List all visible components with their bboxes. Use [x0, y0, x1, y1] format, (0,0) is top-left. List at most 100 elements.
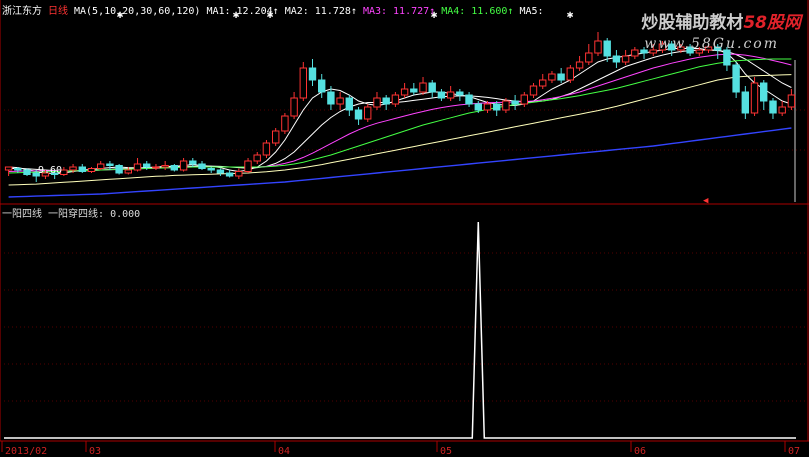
candle-body [345, 97, 354, 111]
indicator-name[interactable]: 一阳四线 [2, 209, 42, 220]
candle-body [299, 67, 308, 99]
candle-body [272, 130, 280, 144]
candle-body [539, 79, 547, 87]
ma-line-ma3 [8, 53, 792, 172]
candle-body [493, 103, 501, 111]
candle-body [78, 166, 86, 172]
ma5-value: MA5: [519, 6, 544, 17]
x-tick-label: 2013/02 [5, 446, 47, 457]
candle-body [133, 163, 142, 171]
candle-body [87, 168, 96, 172]
header-marker-4: ✱ [567, 8, 574, 21]
candle-body [400, 88, 409, 96]
candle-body [23, 169, 31, 175]
candle-body [741, 91, 749, 114]
ma-line-ma6 [8, 127, 792, 198]
candle-body [391, 94, 400, 105]
candle-body [603, 40, 611, 57]
candle-body [115, 165, 123, 174]
period-label[interactable]: 日线 [48, 6, 68, 17]
candle-body [410, 88, 418, 93]
candle-body [262, 142, 271, 156]
candle-body [612, 55, 621, 63]
candle-body [143, 163, 151, 168]
candle-body [529, 85, 538, 96]
candle-body [732, 64, 740, 93]
main-chart-header: 浙江东方 日线 MA(5,10,20,30,60,120) MA1: 12.204↑ M… [2, 2, 550, 17]
ma-line-ma1 [8, 48, 792, 175]
candle-body [585, 52, 593, 63]
candle-body [216, 169, 225, 174]
candle-body [281, 115, 289, 132]
ma4-value: MA4: 11.600↑ [441, 6, 514, 17]
candle-body [97, 163, 105, 169]
candlestick-series [4, 32, 796, 182]
candle-body [502, 100, 510, 111]
candle-body [4, 166, 13, 171]
watermark-url: www.58Gu.com [644, 36, 779, 52]
price-annotation: 9.60 [38, 165, 63, 176]
candle-body [594, 40, 602, 54]
candle-body [474, 103, 483, 111]
moving-average-lines [8, 48, 792, 198]
candle-body [207, 168, 215, 171]
x-tick-label: 07 [788, 446, 800, 457]
candle-body [225, 172, 234, 177]
candle-body [778, 106, 786, 114]
candle-body [419, 82, 427, 93]
chart-canvas: ✱ ✱ ✱ ✱ ✱◀ 2013/02 03 04 05 06 07 [0, 0, 809, 457]
candle-body [318, 79, 326, 93]
watermark-main: 炒股辅助教材 [641, 13, 744, 33]
candle-body [446, 91, 455, 99]
candle-body [290, 97, 298, 117]
x-tick-label: 05 [440, 446, 452, 457]
x-tick-label: 04 [278, 446, 290, 457]
candle-body [189, 160, 197, 165]
candle-body [548, 73, 556, 81]
candle-body [723, 49, 731, 66]
watermark: 炒股辅助教材58股网 [641, 8, 801, 33]
candle-body [106, 163, 114, 166]
indicator-line-label: 一阳穿四线: 0.000 [48, 209, 141, 220]
candle-body [465, 94, 473, 105]
candle-body [750, 82, 759, 114]
candle-body [520, 94, 528, 105]
candle-body [198, 163, 206, 169]
candle-body [14, 168, 22, 171]
candle-body [428, 82, 436, 93]
candle-body [373, 97, 381, 108]
candle-body [235, 171, 243, 177]
indicator-series-line [4, 221, 796, 439]
candle-body [631, 49, 639, 57]
indicator-header: 一阳四线 一阳穿四线: 0.000 [2, 205, 140, 220]
candle-body [437, 91, 446, 99]
candle-body [253, 154, 261, 162]
candle-body [354, 109, 363, 120]
grid: ✱ ✱ ✱ ✱ ✱◀ [0, 0, 809, 442]
candle-body [621, 55, 630, 63]
candle-body [760, 82, 768, 102]
candle-body [382, 97, 390, 105]
candle-body [124, 169, 132, 174]
ma1-value: MA1: 12.204↑ [206, 6, 279, 17]
candle-body [161, 165, 169, 168]
candle-body [456, 91, 464, 96]
candle-body [364, 106, 372, 120]
candle-body [69, 166, 77, 171]
candle-body [170, 165, 179, 171]
ma-params: MA(5,10,20,30,60,120) [74, 6, 201, 17]
ma-line-ma2 [8, 49, 792, 172]
candle-body [511, 100, 519, 105]
candle-body [244, 160, 252, 172]
stock-name[interactable]: 浙江东方 [2, 6, 42, 17]
ma2-value: MA2: 11.728↑ [284, 6, 357, 17]
ma-line-ma4 [8, 58, 792, 174]
watermark-accent: 58股网 [743, 13, 801, 33]
candle-body [327, 91, 335, 105]
candle-body [336, 97, 344, 105]
x-axis: 2013/02 03 04 05 06 07 [1, 441, 800, 457]
candle-body [769, 100, 777, 114]
x-tick-label: 03 [89, 446, 101, 457]
candle-body [557, 73, 565, 81]
candle-body [787, 94, 796, 108]
